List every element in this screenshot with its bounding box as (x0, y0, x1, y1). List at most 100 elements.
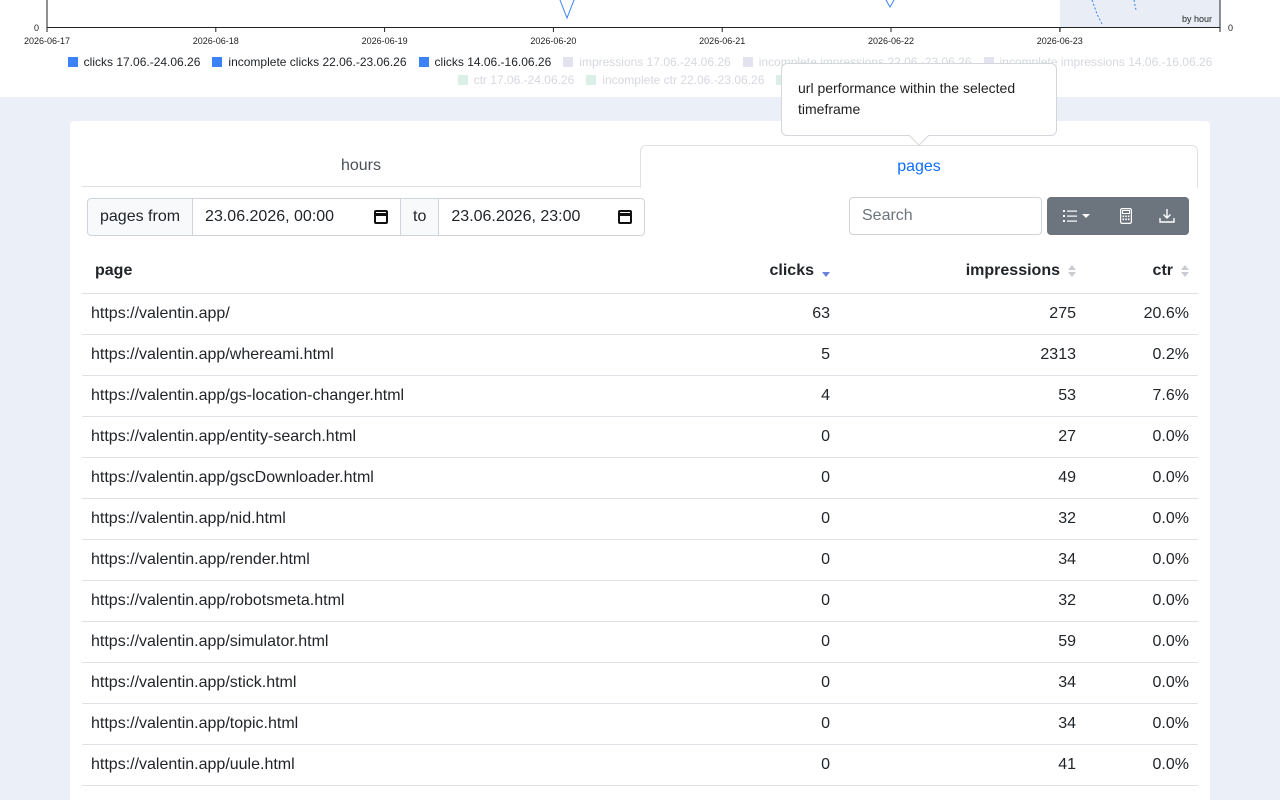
x-tick-label: 2026-06-22 (868, 36, 914, 46)
cell-clicks: 0 (821, 756, 830, 773)
legend-swatch (212, 57, 223, 67)
legend-label: clicks 17.06.-24.06.26 (83, 55, 201, 69)
download-button[interactable] (1145, 197, 1189, 235)
table-row[interactable]: https://valentin.app/63 275 20.6% (82, 294, 1198, 335)
cell-impressions: 32 (1058, 592, 1076, 609)
legend-item[interactable]: incomplete clicks 22.06.-23.06.26 (212, 55, 407, 69)
table-row[interactable]: https://valentin.app/stick.html 0 34 0.0% (82, 663, 1198, 704)
cell-impressions: 59 (1058, 633, 1076, 650)
chart-plot: 0 0 by hour 2026-06-17 2026-06-18 2026-06-… (24, 0, 1233, 46)
date-range-filter: pages from 23.06.2026, 00:00 to 23.06.20… (87, 198, 646, 236)
x-tick-label: 2026-06-17 (24, 36, 70, 46)
cell-impressions: 2313 (1040, 346, 1076, 363)
legend-swatch (586, 75, 597, 85)
list-icon (1063, 210, 1090, 222)
cell-clicks: 0 (821, 469, 830, 486)
cell-page: https://valentin.app/ (91, 305, 230, 322)
header-ctr[interactable]: ctr (1076, 262, 1189, 280)
cell-impressions: 32 (1058, 510, 1076, 527)
legend-label: incomplete clicks 22.06.-23.06.26 (228, 55, 407, 69)
to-datetime-value: 23.06.2026, 23:00 (451, 208, 581, 225)
table-row[interactable]: https://valentin.app/entity-search.html 0… (82, 417, 1198, 458)
from-datetime-input[interactable]: 23.06.2026, 00:00 (193, 198, 402, 236)
from-datetime-value: 23.06.2026, 00:00 (205, 208, 335, 225)
cell-impressions: 34 (1058, 551, 1076, 568)
tab-pages[interactable]: pages (640, 145, 1198, 188)
x-tick-label: 2026-06-21 (699, 36, 745, 46)
cell-page: https://valentin.app/stick.html (91, 674, 297, 691)
calendar-icon[interactable] (618, 210, 633, 224)
table-row[interactable]: https://valentin.app/gs-location-changer… (82, 376, 1198, 417)
cell-ctr: 0.0% (1152, 715, 1189, 732)
cell-page: https://valentin.app/gs-location-changer… (91, 387, 405, 404)
legend-swatch (418, 57, 429, 67)
legend-swatch (67, 57, 78, 67)
columns-dropdown-button[interactable] (1047, 197, 1107, 235)
cell-page: https://valentin.app/entity-search.html (91, 428, 357, 445)
calculator-button[interactable] (1107, 197, 1145, 235)
legend-item[interactable]: clicks 17.06.-24.06.26 (67, 55, 201, 69)
cell-ctr: 20.6% (1143, 305, 1189, 322)
performance-chart: 0 0 by hour 2026-06-17 2026-06-18 2026-06-… (0, 0, 1280, 97)
to-label: to (401, 198, 440, 236)
cell-clicks: 0 (821, 551, 830, 568)
x-tick-label: 2026-06-23 (1037, 36, 1083, 46)
legend-item[interactable]: clicks 14.06.-16.06.26 (418, 55, 551, 69)
header-page[interactable]: page (82, 262, 722, 280)
y-right-zero: 0 (1228, 23, 1233, 33)
cell-page: https://valentin.app/uule.html (91, 756, 295, 773)
legend-swatch (457, 75, 468, 85)
legend-item[interactable]: incomplete ctr 22.06.-23.06.26 (586, 73, 764, 87)
cell-ctr: 0.0% (1152, 510, 1189, 527)
cell-ctr: 0.0% (1152, 674, 1189, 691)
legend-item[interactable]: ctr 17.06.-24.06.26 (457, 73, 575, 87)
tab-hours[interactable]: hours (82, 145, 640, 187)
cell-page: https://valentin.app/gscDownloader.html (91, 469, 374, 486)
table-row[interactable]: https://valentin.app/render.html 0 34 0.0% (82, 540, 1198, 581)
search-input[interactable]: Search (849, 197, 1042, 235)
legend-row: ctr 17.06.-24.06.26 incomplete ctr 22.06.… (0, 73, 1280, 87)
x-tick-label: 2026-06-18 (193, 36, 239, 46)
cell-ctr: 0.0% (1152, 592, 1189, 609)
legend-swatch (563, 57, 574, 67)
table-row[interactable]: https://valentin.app/robotsmeta.html 0 32 0… (82, 581, 1198, 622)
cell-ctr: 0.0% (1152, 428, 1189, 445)
table-row[interactable]: https://valentin.app/whereami.html 5 2313 0… (82, 335, 1198, 376)
cell-impressions: 53 (1058, 387, 1076, 404)
pages-from-label: pages from (87, 198, 194, 236)
tab-bar: hours pages (82, 145, 1198, 188)
cell-clicks: 0 (821, 428, 830, 445)
table-row[interactable]: https://valentin.app/topic.html 0 34 0.0% (82, 704, 1198, 745)
header-impressions[interactable]: impressions (830, 262, 1076, 280)
cell-impressions: 275 (1049, 305, 1076, 322)
table-row[interactable]: https://valentin.app/gscDownloader.html 0… (82, 458, 1198, 499)
cell-ctr: 0.0% (1152, 633, 1189, 650)
sort-icon (1181, 264, 1189, 277)
cell-clicks: 63 (812, 305, 830, 322)
calendar-icon[interactable] (374, 210, 389, 224)
cell-impressions: 49 (1058, 469, 1076, 486)
table-row[interactable]: https://valentin.app/uule.html 0 41 0.0% (82, 745, 1198, 786)
cell-page: https://valentin.app/render.html (91, 551, 310, 568)
cell-ctr: 0.2% (1152, 346, 1189, 363)
legend-item[interactable]: impressions 17.06.-24.06.26 (563, 55, 731, 69)
clicks-line (559, 0, 575, 20)
table-row[interactable]: https://valentin.app/nid.html 0 32 0.0% (82, 499, 1198, 540)
table-body: https://valentin.app/63 275 20.6% https://v… (82, 294, 1198, 786)
cell-ctr: 0.0% (1152, 756, 1189, 773)
sort-desc-icon (822, 265, 830, 277)
header-clicks[interactable]: clicks (722, 262, 830, 280)
cell-page: https://valentin.app/whereami.html (91, 346, 334, 363)
cell-impressions: 41 (1058, 756, 1076, 773)
x-tick-label: 2026-06-19 (362, 36, 408, 46)
cell-ctr: 7.6% (1152, 387, 1189, 404)
to-datetime-input[interactable]: 23.06.2026, 23:00 (439, 198, 646, 236)
cell-clicks: 0 (821, 592, 830, 609)
cell-clicks: 0 (821, 633, 830, 650)
pages-card: hours pages pages from 23.06.2026, 00:00… (70, 121, 1210, 800)
table-row[interactable]: https://valentin.app/simulator.html 0 59 0.… (82, 622, 1198, 663)
scale-label: by hour (1182, 14, 1212, 24)
legend-label: ctr 17.06.-24.06.26 (473, 73, 575, 87)
cell-ctr: 0.0% (1152, 551, 1189, 568)
legend-swatch (742, 57, 753, 67)
